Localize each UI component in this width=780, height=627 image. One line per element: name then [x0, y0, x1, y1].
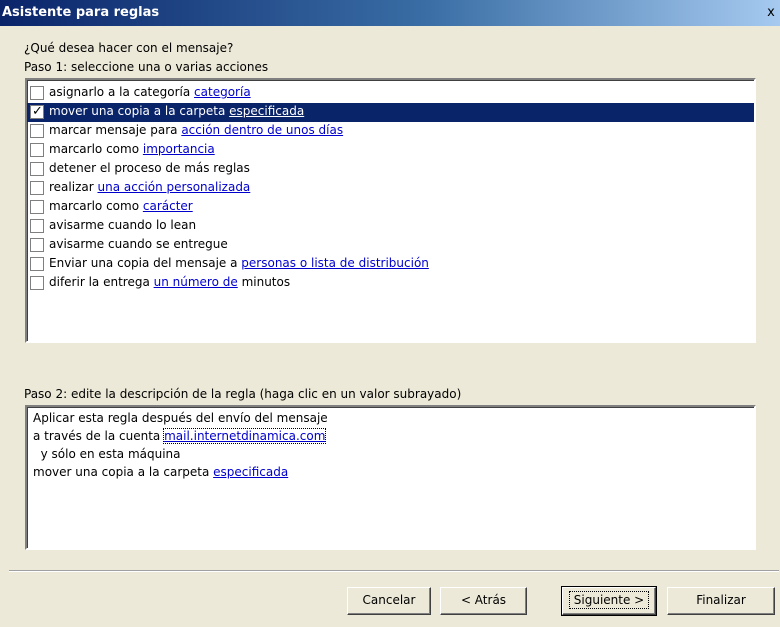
action-link[interactable]: un número de — [154, 275, 238, 289]
description-line-3: y sólo en esta máquina — [33, 447, 181, 461]
action-item[interactable]: diferir la entrega un número de minutos — [27, 274, 754, 293]
actions-listbox[interactable]: asignarlo a la categoría categoría ✓ mover… — [25, 78, 756, 343]
action-label: marcarlo como carácter — [49, 199, 193, 213]
description-account-text: a través de la cuenta — [33, 429, 165, 443]
action-checkbox[interactable] — [30, 162, 44, 176]
action-item[interactable]: Enviar una copia del mensaje a personas … — [27, 255, 754, 274]
action-checkbox[interactable] — [30, 276, 44, 290]
next-button-label: Siguiente > — [568, 591, 650, 609]
action-label: asignarlo a la categoría categoría — [49, 85, 251, 99]
action-link[interactable]: categoría — [194, 85, 251, 99]
action-link[interactable]: una acción personalizada — [97, 180, 250, 194]
next-button[interactable]: Siguiente > — [561, 586, 657, 616]
action-item[interactable]: realizar una acción personalizada — [27, 179, 754, 198]
window-title: Asistente para reglas — [2, 5, 160, 20]
action-item[interactable]: avisarme cuando lo lean — [27, 217, 754, 236]
checkmark-icon: ✓ — [32, 104, 43, 119]
action-item[interactable]: marcarlo como carácter — [27, 198, 754, 217]
action-label: Enviar una copia del mensaje a personas … — [49, 256, 429, 270]
description-line-1: Aplicar esta regla después del envío del… — [33, 411, 328, 425]
finish-button[interactable]: Finalizar — [667, 587, 775, 615]
action-label: avisarme cuando lo lean — [49, 218, 197, 232]
folder-link[interactable]: especificada — [213, 465, 288, 479]
action-checkbox[interactable] — [30, 124, 44, 138]
action-label: marcarlo como importancia — [49, 142, 215, 156]
account-link[interactable]: mail.internetdinamica.com — [163, 428, 327, 444]
action-item[interactable]: marcar mensaje para acción dentro de uno… — [27, 122, 754, 141]
description-move-text: mover una copia a la carpeta — [33, 465, 214, 479]
action-checkbox[interactable]: ✓ — [30, 104, 44, 119]
action-checkbox[interactable] — [30, 143, 44, 157]
action-label: avisarme cuando se entregue — [49, 237, 228, 251]
action-checkbox[interactable] — [30, 238, 44, 252]
action-item[interactable]: detener el proceso de más reglas — [27, 160, 754, 179]
action-label: realizar una acción personalizada — [49, 180, 251, 194]
action-label: diferir la entrega un número de minutos — [49, 275, 291, 289]
action-item[interactable]: avisarme cuando se entregue — [27, 236, 754, 255]
action-item[interactable]: ✓ mover una copia a la carpeta especifica… — [27, 103, 754, 122]
step2-label: Paso 2: edite la descripción de la regla… — [24, 387, 462, 401]
action-item[interactable]: asignarlo a la categoría categoría — [27, 84, 754, 103]
action-link[interactable]: especificada — [229, 104, 304, 118]
cancel-button[interactable]: Cancelar — [347, 587, 431, 615]
step1-label: Paso 1: seleccione una o varias acciones — [24, 60, 269, 74]
action-link[interactable]: acción dentro de unos días — [181, 123, 343, 137]
button-separator — [9, 570, 779, 572]
title-bar: Asistente para reglas x — [0, 0, 780, 26]
action-link[interactable]: personas o lista de distribución — [241, 256, 429, 270]
action-link[interactable]: carácter — [143, 199, 193, 213]
action-label: marcar mensaje para acción dentro de uno… — [49, 123, 344, 137]
close-button[interactable]: x — [762, 4, 780, 22]
description-line-4: mover una copia a la carpeta especificad… — [33, 463, 288, 481]
back-button[interactable]: < Atrás — [440, 587, 527, 615]
action-checkbox[interactable] — [30, 257, 44, 271]
question-label: ¿Qué desea hacer con el mensaje? — [24, 41, 234, 55]
action-checkbox[interactable] — [30, 219, 44, 233]
rule-description-box: Aplicar esta regla después del envío del… — [25, 405, 756, 550]
action-checkbox[interactable] — [30, 181, 44, 195]
description-line-2: a través de la cuenta mail.internetdinam… — [33, 427, 327, 445]
action-label: detener el proceso de más reglas — [49, 161, 250, 175]
action-label: mover una copia a la carpeta especificad… — [49, 104, 305, 118]
action-checkbox[interactable] — [30, 86, 44, 100]
action-checkbox[interactable] — [30, 200, 44, 214]
action-item[interactable]: marcarlo como importancia — [27, 141, 754, 160]
action-link[interactable]: importancia — [143, 142, 215, 156]
